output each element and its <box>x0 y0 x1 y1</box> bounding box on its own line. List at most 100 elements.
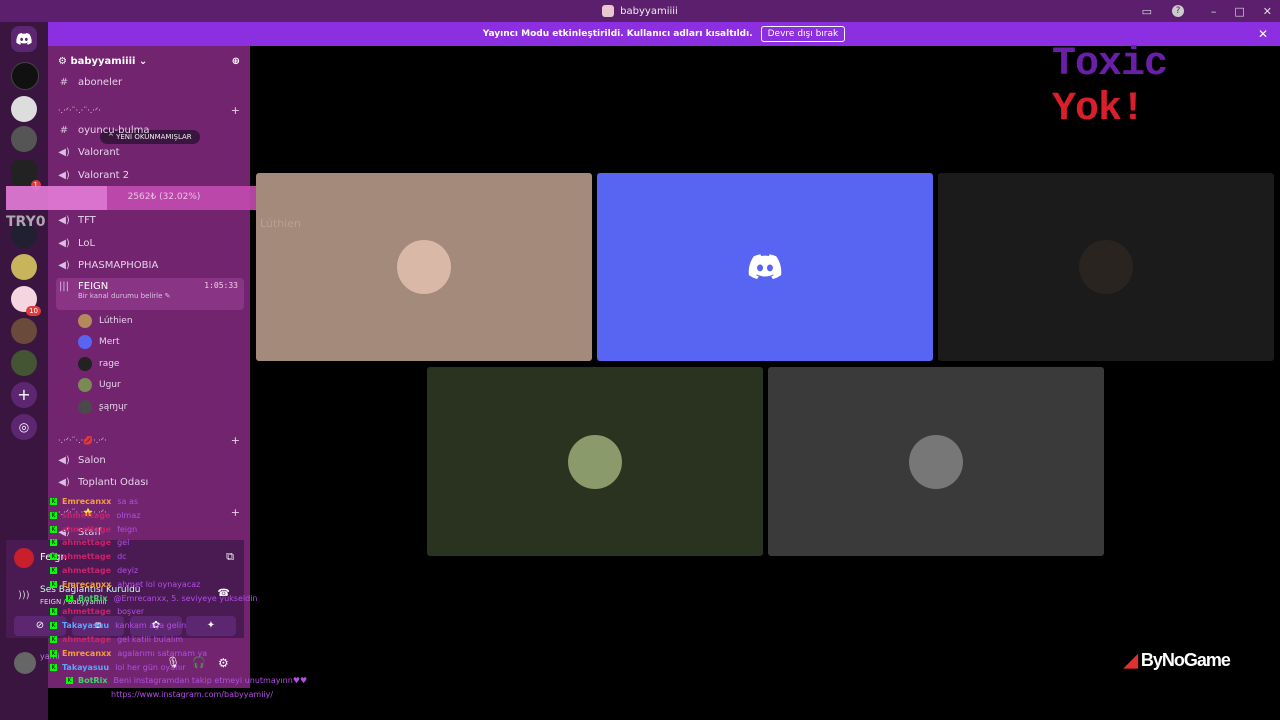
video-tile-mert[interactable] <box>597 173 933 361</box>
channel-toplanti-odasi[interactable]: ◀) Toplantı Odası <box>56 472 244 492</box>
channel-tft[interactable]: ◀) TFT <box>56 210 244 230</box>
banner-close-icon[interactable]: ✕ <box>1258 27 1268 41</box>
speaker-icon: ◀) <box>58 237 70 249</box>
avatar <box>568 434 622 489</box>
headphones-icon[interactable]: 🎧 <box>192 656 206 669</box>
channel-valorant-2[interactable]: ◀) Valorant 2 <box>56 165 244 185</box>
category-separator[interactable]: ·.·ᐟ·¨·.·💋·.·ᐟ· <box>58 436 107 445</box>
channel-feign-active[interactable]: ||| FEIGN 1:05:33 Bir kanal durumu belir… <box>56 278 244 310</box>
window-title-text: babyyamiiii <box>620 5 678 17</box>
video-tile-rage[interactable] <box>938 173 1274 361</box>
chat-text: boşver <box>117 607 145 617</box>
server-icon-4[interactable]: 1 <box>11 160 41 190</box>
member-name: Lúthien <box>99 316 133 326</box>
channel-valorant[interactable]: ◀) Valorant <box>56 142 244 162</box>
chat-message: K BotRix @Emrecanxx, 5. seviyeye yükseldin <box>66 594 258 603</box>
voice-bars-icon: ||| <box>58 281 70 292</box>
maximize-button[interactable]: □ <box>1234 5 1244 18</box>
chat-message: Kahmettage deyiz <box>50 566 138 575</box>
kick-badge-icon: K <box>66 677 73 685</box>
channel-label: Valorant <box>78 146 120 158</box>
video-tile-ugur[interactable] <box>427 367 763 556</box>
kick-badge-icon: K <box>50 553 57 561</box>
kick-badge-icon: K <box>50 498 57 505</box>
chat-message: K Emrecanxx ahmet lol oynayacaz <box>50 580 200 589</box>
minimize-button[interactable]: – <box>1211 5 1217 18</box>
chat-username: ahmettage <box>62 566 112 575</box>
channel-phasmophobia[interactable]: ◀) PHASMAPHOBIA <box>56 255 244 275</box>
window-titlebar: babyyamiiii ▭ ? – □ ✕ <box>0 0 1280 22</box>
channel-label: Salon <box>78 454 106 466</box>
channel-status[interactable]: Bir kanal durumu belirle ✎ <box>78 292 244 300</box>
kick-badge-icon: K <box>50 649 57 657</box>
voice-member[interactable]: Mert <box>78 335 120 349</box>
speaker-icon: ◀) <box>58 259 70 271</box>
add-channel-icon[interactable]: + <box>231 104 240 117</box>
soundboard-button[interactable]: ✦ <box>186 616 236 636</box>
server-icon-3[interactable] <box>11 126 37 152</box>
sponsor-name: ByNoGame <box>1140 650 1231 670</box>
chat-text: olmaz <box>116 510 141 520</box>
server-name: ⚙ babyyamiiii ⌄ <box>58 55 148 67</box>
discord-home-icon[interactable] <box>11 26 37 52</box>
hash-icon: # <box>59 76 69 88</box>
help-icon[interactable]: ? <box>1172 5 1184 17</box>
member-name: Mert <box>99 337 120 347</box>
settings-gear-icon[interactable]: ⚙ <box>218 656 229 670</box>
voice-timer: 1:05:33 <box>204 281 238 290</box>
channel-salon[interactable]: ◀) Salon <box>56 450 244 470</box>
add-channel-icon[interactable]: + <box>231 434 240 447</box>
video-tile-samur[interactable] <box>768 367 1104 556</box>
close-button[interactable]: ✕ <box>1263 5 1272 18</box>
speaker-icon: ◀) <box>58 214 70 226</box>
stream-avatar <box>14 548 34 568</box>
add-channel-icon[interactable]: + <box>231 506 240 519</box>
category-separator[interactable]: ·.·ᐟ·¨·.·¨·.·ᐟ· <box>58 106 101 115</box>
signal-icon: ))) <box>18 590 30 601</box>
server-icon-1[interactable] <box>11 62 39 90</box>
chat-username: Takayasuu <box>62 621 110 631</box>
avatar <box>78 378 92 392</box>
unread-badge: 10 <box>26 306 41 316</box>
server-icon-6[interactable] <box>11 254 37 280</box>
server-icon-7[interactable]: 10 <box>11 286 41 316</box>
person-add-icon[interactable]: ⊕ <box>232 56 240 67</box>
avatar <box>1079 240 1133 294</box>
channel-label: PHASMAPHOBIA <box>78 259 159 271</box>
chat-text: dc <box>117 552 127 562</box>
channel-oyuncu-bulma[interactable]: # oyuncu-bulma <box>56 120 244 140</box>
channel-lol[interactable]: ◀) LoL <box>56 233 244 253</box>
voice-member[interactable]: Lúthien <box>78 314 133 328</box>
explore-icon[interactable]: ◎ <box>11 414 37 440</box>
chat-message: Kahmettage dc <box>50 552 127 561</box>
disable-streamer-mode-button[interactable]: Devre dışı bırak <box>760 26 846 42</box>
chat-text: lol her gün oyanır <box>115 662 186 672</box>
cast-icon[interactable]: ▭ <box>1142 5 1152 18</box>
avatar <box>78 357 92 371</box>
chat-message: K Takayasuu lol her gün oyanır <box>50 663 186 672</box>
voice-member[interactable]: rage <box>78 357 119 371</box>
chat-message: Kahmettage feign <box>50 525 137 534</box>
chat-message: K BotRix Beni instagramdan takip etmeyi un… <box>66 676 307 685</box>
channel-aboneler[interactable]: # aboneler <box>56 72 244 92</box>
voice-member[interactable]: Ugur <box>78 378 121 392</box>
chat-username: Emrecanxx <box>62 648 112 658</box>
popout-icon[interactable]: ⧉ <box>226 550 234 564</box>
server-icon-2[interactable] <box>11 96 37 122</box>
server-icon-9[interactable] <box>11 350 37 376</box>
voice-member[interactable]: ʂąɱųr <box>78 400 127 414</box>
chat-message: Kshmettage olmaz <box>50 511 140 520</box>
kick-badge-icon: K <box>50 567 57 574</box>
video-tile-luthien[interactable]: Lúthien <box>256 173 592 361</box>
chat-link[interactable]: https://www.instagram.com/babyyamiiy/ <box>111 690 273 699</box>
chat-text: deyiz <box>117 566 139 575</box>
kick-badge-icon: K <box>50 539 57 547</box>
server-icon-8[interactable] <box>11 318 37 344</box>
active-channel-name: FEIGN <box>78 281 109 292</box>
user-avatar[interactable] <box>14 652 36 674</box>
hash-icon: # <box>59 124 69 136</box>
avatar <box>78 314 92 328</box>
add-server-icon[interactable]: + <box>11 382 37 408</box>
avatar <box>909 434 963 489</box>
channel-label: TFT <box>78 214 96 226</box>
